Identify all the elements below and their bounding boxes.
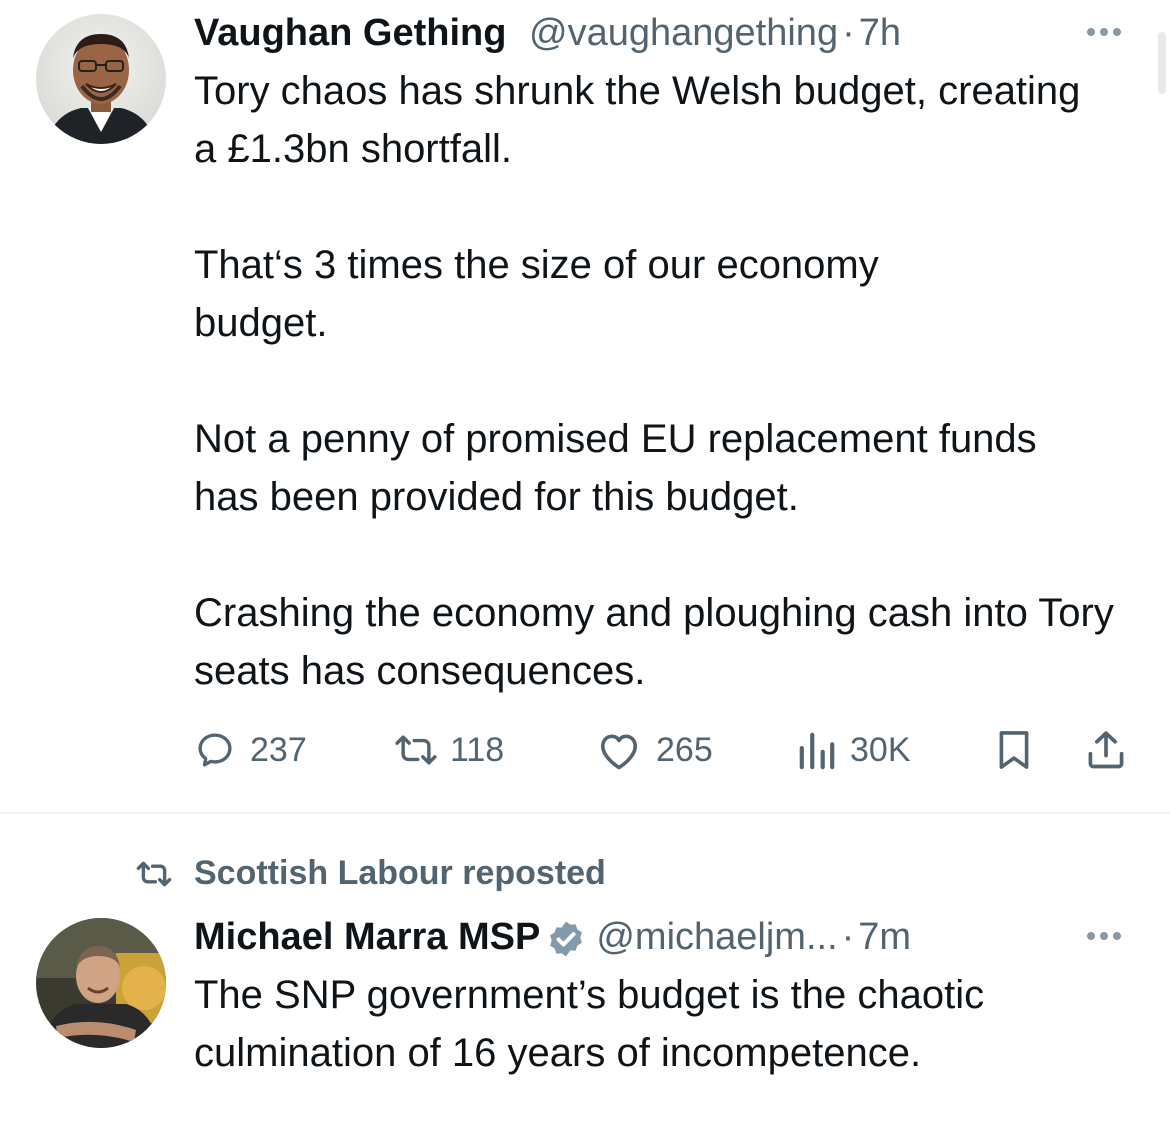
more-icon[interactable]: [1087, 28, 1121, 36]
repost-count: 118: [450, 730, 505, 769]
tweet-text: Tory chaos has shrunk the Welsh budget, …: [194, 62, 1154, 700]
tweet-header: Michael Marra MSP @michaeljm... · 7m: [194, 918, 911, 959]
person-portrait-icon: [36, 918, 166, 1048]
scrollbar-thumb[interactable]: [1158, 32, 1166, 94]
views-icon: [799, 732, 835, 770]
reply-count: 237: [250, 730, 307, 769]
reply-icon: [198, 733, 232, 767]
social-context[interactable]: Scottish Labour reposted: [132, 854, 606, 893]
reply-button[interactable]: 237: [194, 722, 307, 778]
tweet-paragraph: Not a penny of promised EU replacement f…: [194, 417, 1037, 519]
tweet-actions: 237 118 265 30K: [194, 722, 1144, 778]
like-icon: [600, 734, 638, 770]
author-name[interactable]: Vaughan Gething: [194, 14, 506, 52]
verified-badge-icon: [550, 921, 583, 957]
tweet-paragraph: The SNP government’s budget is the chaot…: [194, 973, 985, 1075]
tweet-paragraph: Crashing the economy and ploughing cash …: [194, 591, 1114, 693]
share-icon: [1088, 731, 1124, 769]
tweet-text: The SNP government’s budget is the chaot…: [194, 966, 1154, 1082]
social-context-label: Scottish Labour reposted: [194, 854, 606, 892]
separator-dot: ·: [842, 12, 855, 54]
tweet-paragraph: Tory chaos has shrunk the Welsh budget, …: [194, 69, 1081, 171]
author-handle[interactable]: @vaughangething: [529, 14, 838, 52]
like-count: 265: [656, 730, 713, 769]
repost-icon: [136, 861, 172, 886]
author-avatar[interactable]: [36, 14, 166, 144]
more-icon[interactable]: [1087, 932, 1121, 940]
person-portrait-icon: [36, 14, 166, 144]
like-button[interactable]: 265: [596, 722, 713, 778]
author-name[interactable]: Michael Marra MSP: [194, 918, 540, 956]
timestamp[interactable]: 7m: [858, 918, 911, 956]
timestamp[interactable]: 7h: [859, 14, 901, 52]
repost-icon: [395, 735, 437, 765]
bookmark-button[interactable]: [996, 722, 1032, 778]
tweet-paragraph: That‘s 3 times the size of our economy b…: [194, 243, 879, 345]
share-button[interactable]: [1084, 722, 1128, 778]
author-handle[interactable]: @michaeljm...: [596, 918, 837, 956]
tweet-divider: [0, 812, 1170, 814]
views-button[interactable]: 30K: [798, 722, 911, 778]
tweet-card[interactable]: Vaughan Gething @vaughangething · 7h Tory …: [0, 0, 1170, 812]
bookmark-icon: [999, 731, 1029, 769]
views-count: 30K: [850, 730, 911, 769]
author-avatar[interactable]: [36, 918, 166, 1048]
tweet-header: Vaughan Gething @vaughangething · 7h: [194, 14, 901, 52]
repost-button[interactable]: 118: [392, 722, 504, 778]
separator-dot: ·: [841, 916, 855, 958]
